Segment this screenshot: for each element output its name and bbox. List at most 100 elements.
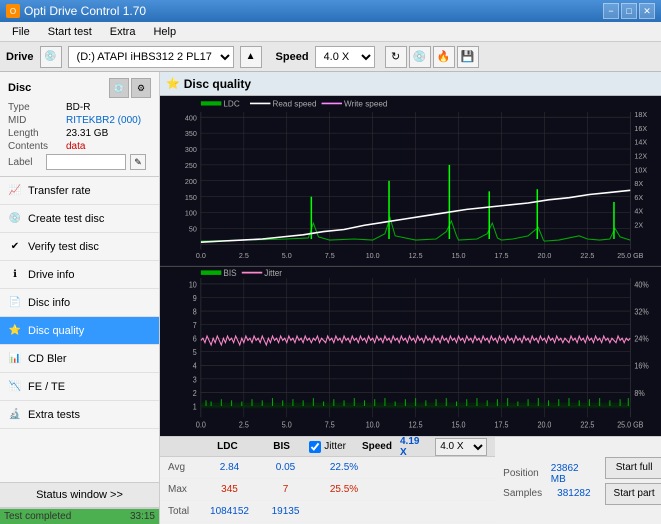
minimize-button[interactable]: − bbox=[603, 3, 619, 19]
avg-jitter: 22.5% bbox=[314, 462, 374, 473]
nav-extra-tests-label: Extra tests bbox=[28, 409, 80, 421]
nav-fe-te-label: FE / TE bbox=[28, 381, 65, 393]
svg-text:150: 150 bbox=[185, 193, 197, 202]
disc-quality-icon: ⭐ bbox=[8, 324, 22, 338]
app-icon: O bbox=[6, 4, 20, 18]
eject-button[interactable]: ▲ bbox=[240, 46, 262, 68]
stats-section: LDC BIS Jitter Speed 4.19 X 4.0 X bbox=[160, 436, 661, 524]
svg-text:12.5: 12.5 bbox=[409, 420, 423, 429]
jitter-label: Jitter bbox=[324, 441, 346, 452]
save-button[interactable]: 💾 bbox=[457, 46, 479, 68]
media-button[interactable]: 💿 bbox=[409, 46, 431, 68]
nav-drive-info[interactable]: ℹ Drive info bbox=[0, 261, 159, 289]
svg-text:7.5: 7.5 bbox=[325, 251, 335, 260]
position-label: Position bbox=[503, 468, 547, 479]
start-part-button[interactable]: Start part bbox=[605, 483, 661, 505]
svg-text:14X: 14X bbox=[634, 138, 647, 147]
svg-text:8: 8 bbox=[193, 307, 197, 316]
length-key: Length bbox=[8, 128, 66, 139]
start-full-button[interactable]: Start full bbox=[605, 457, 661, 479]
svg-text:5.0: 5.0 bbox=[282, 420, 292, 429]
time-text: 33:15 bbox=[130, 511, 155, 522]
drive-icon-button[interactable]: 💿 bbox=[40, 46, 62, 68]
nav-verify-test-disc-label: Verify test disc bbox=[28, 241, 99, 253]
status-window-btn[interactable]: Status window >> bbox=[0, 482, 159, 508]
maximize-button[interactable]: □ bbox=[621, 3, 637, 19]
nav-cd-bler-label: CD Bler bbox=[28, 353, 67, 365]
chart-title: Disc quality bbox=[184, 77, 251, 91]
menu-start-test[interactable]: Start test bbox=[40, 24, 100, 40]
nav-create-test-disc[interactable]: 💿 Create test disc bbox=[0, 205, 159, 233]
svg-text:16%: 16% bbox=[634, 361, 649, 370]
disc-btn1[interactable]: 💿 bbox=[109, 78, 129, 98]
close-button[interactable]: ✕ bbox=[639, 3, 655, 19]
svg-text:8X: 8X bbox=[634, 179, 643, 188]
max-ldc: 345 bbox=[202, 484, 257, 495]
nav-verify-test-disc[interactable]: ✔ Verify test disc bbox=[0, 233, 159, 261]
svg-text:10.0: 10.0 bbox=[366, 420, 380, 429]
svg-text:3: 3 bbox=[193, 374, 197, 383]
nav-transfer-rate-label: Transfer rate bbox=[28, 185, 91, 197]
svg-text:32%: 32% bbox=[634, 307, 649, 316]
svg-text:400: 400 bbox=[185, 113, 197, 122]
bottom-chart-svg: 10 9 8 7 6 5 4 3 2 1 40% 32% 2 bbox=[160, 267, 661, 437]
menu-file[interactable]: File bbox=[4, 24, 38, 40]
menu-help[interactable]: Help bbox=[145, 24, 184, 40]
speed-select[interactable]: 4.0 X bbox=[315, 46, 375, 68]
speed-label-stats: Speed bbox=[362, 441, 392, 452]
svg-text:24%: 24% bbox=[634, 334, 649, 343]
max-jitter: 25.5% bbox=[314, 484, 374, 495]
jitter-checkbox[interactable] bbox=[309, 441, 321, 453]
svg-text:25.0 GB: 25.0 GB bbox=[617, 251, 643, 260]
svg-text:10.0: 10.0 bbox=[366, 251, 380, 260]
contents-value: data bbox=[66, 141, 85, 152]
svg-text:LDC: LDC bbox=[223, 98, 239, 108]
disc-btn2[interactable]: ⚙ bbox=[131, 78, 151, 98]
drive-select[interactable]: (D:) ATAPI iHBS312 2 PL17 bbox=[68, 46, 234, 68]
fe-te-icon: 📉 bbox=[8, 380, 22, 394]
svg-text:200: 200 bbox=[185, 177, 197, 186]
nav-items: 📈 Transfer rate 💿 Create test disc ✔ Ver… bbox=[0, 177, 159, 482]
stats-header: LDC BIS Jitter Speed 4.19 X 4.0 X bbox=[160, 437, 495, 457]
length-value: 23.31 GB bbox=[66, 128, 108, 139]
samples-value: 381282 bbox=[557, 488, 590, 499]
total-label: Total bbox=[168, 506, 196, 517]
speed-label: Speed bbox=[276, 51, 309, 63]
nav-extra-tests[interactable]: 🔬 Extra tests bbox=[0, 401, 159, 429]
svg-text:350: 350 bbox=[185, 129, 197, 138]
svg-text:22.5: 22.5 bbox=[580, 420, 594, 429]
chart-header-icon: ⭐ bbox=[166, 77, 180, 90]
menu-extra[interactable]: Extra bbox=[102, 24, 144, 40]
drive-bar: Drive 💿 (D:) ATAPI iHBS312 2 PL17 ▲ Spee… bbox=[0, 42, 661, 72]
burn-button[interactable]: 🔥 bbox=[433, 46, 455, 68]
verify-test-disc-icon: ✔ bbox=[8, 240, 22, 254]
chart-header: ⭐ Disc quality bbox=[160, 72, 661, 96]
title-bar: O Opti Drive Control 1.70 − □ ✕ bbox=[0, 0, 661, 22]
stats-speed-select[interactable]: 4.0 X bbox=[435, 438, 487, 456]
nav-disc-info[interactable]: 📄 Disc info bbox=[0, 289, 159, 317]
disc-info-icon: 📄 bbox=[8, 296, 22, 310]
svg-text:12.5: 12.5 bbox=[409, 251, 423, 260]
label-input[interactable] bbox=[46, 154, 126, 170]
svg-text:25.0 GB: 25.0 GB bbox=[617, 420, 643, 429]
nav-fe-te[interactable]: 📉 FE / TE bbox=[0, 373, 159, 401]
svg-text:7: 7 bbox=[193, 320, 197, 329]
svg-text:8%: 8% bbox=[634, 388, 645, 397]
jitter-check[interactable]: Jitter bbox=[309, 441, 346, 453]
nav-disc-quality[interactable]: ⭐ Disc quality bbox=[0, 317, 159, 345]
drive-info-icon: ℹ bbox=[8, 268, 22, 282]
col-header-bis: BIS bbox=[260, 441, 303, 452]
nav-transfer-rate[interactable]: 📈 Transfer rate bbox=[0, 177, 159, 205]
svg-text:15.0: 15.0 bbox=[452, 420, 466, 429]
avg-label: Avg bbox=[168, 462, 196, 473]
type-value: BD-R bbox=[66, 102, 90, 113]
nav-create-test-disc-label: Create test disc bbox=[28, 213, 104, 225]
chart-area: ⭐ Disc quality bbox=[160, 72, 661, 524]
max-bis: 7 bbox=[263, 484, 308, 495]
svg-text:250: 250 bbox=[185, 161, 197, 170]
svg-text:300: 300 bbox=[185, 145, 197, 154]
refresh-button[interactable]: ↻ bbox=[385, 46, 407, 68]
nav-cd-bler[interactable]: 📊 CD Bler bbox=[0, 345, 159, 373]
svg-text:Write speed: Write speed bbox=[344, 98, 388, 108]
label-apply-btn[interactable]: ✎ bbox=[130, 154, 146, 170]
